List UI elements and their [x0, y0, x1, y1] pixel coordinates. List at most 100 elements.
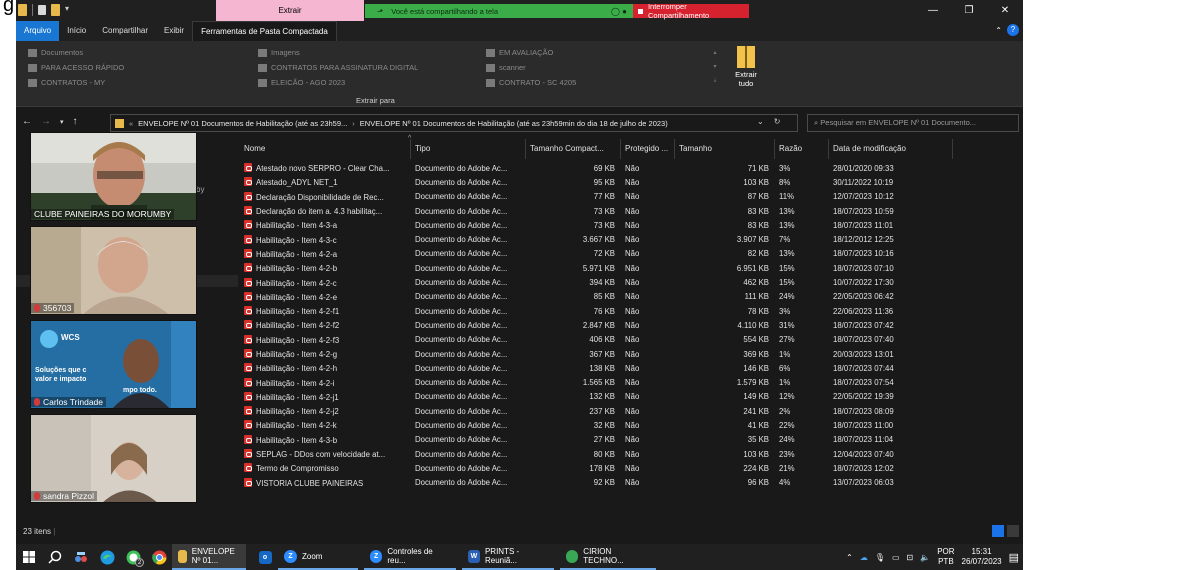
file-row[interactable]: Habilitação - Item 4-2-j1 Documento do Ad… [240, 390, 1023, 404]
location-para-acesso-rapido[interactable]: PARA ACESSO RÁPIDO [28, 61, 124, 74]
tab-exibir[interactable]: Exibir [156, 21, 192, 41]
file-row[interactable]: Habilitação - Item 4-2-a Documento do Ado… [240, 247, 1023, 261]
details-view-icon[interactable] [992, 525, 1004, 537]
column-header-tamanho-compactado[interactable]: Tamanho Compact... [526, 139, 621, 159]
onedrive-icon[interactable]: ☁ [860, 553, 868, 562]
microphone-icon[interactable]: 🎙 [875, 553, 885, 562]
large-icons-view-icon[interactable] [1007, 525, 1019, 537]
column-header-razao[interactable]: Razão [775, 139, 829, 159]
address-bar[interactable]: « ENVELOPE Nº 01 Documentos de Habilitaç… [110, 114, 798, 132]
file-ratio-text: 21% [779, 463, 795, 473]
tab-compartilhar[interactable]: Compartilhar [94, 21, 156, 41]
language-indicator[interactable]: POR PTB [937, 547, 954, 567]
location-imagens[interactable]: Imagens [258, 46, 300, 59]
column-header-protegido[interactable]: Protegido ... [621, 139, 675, 159]
file-row[interactable]: Atestado_ADYL NET_1 Documento do Adobe Ac… [240, 175, 1023, 189]
gallery-scroll[interactable]: ▴ ▾ ⇣ [710, 46, 720, 88]
restore-button[interactable]: ❐ [951, 0, 987, 21]
file-modified-date: 10/07/2022 17:30 [829, 278, 953, 287]
file-row[interactable]: Habilitação - Item 4-2-f2 Documento do Ad… [240, 318, 1023, 332]
tab-ferramentas-pasta-compactada[interactable]: Ferramentas de Pasta Compactada [192, 21, 337, 41]
volume-icon[interactable]: 🔈 [920, 553, 930, 562]
network-icon[interactable]: ⊡ [907, 553, 914, 562]
edge-browser-icon[interactable] [94, 544, 120, 570]
file-row[interactable]: SEPLAG - DDos com velocidade at... Docume… [240, 447, 1023, 461]
file-row[interactable]: Habilitação - Item 4-2-e Documento do Ado… [240, 290, 1023, 304]
column-header-tipo[interactable]: Tipo [411, 139, 526, 159]
snipping-tool-icon[interactable] [68, 544, 94, 570]
column-header-tamanho[interactable]: Tamanho [675, 139, 775, 159]
location-documentos[interactable]: Documentos [28, 46, 83, 59]
tab-arquivo[interactable]: Arquivo [16, 21, 60, 41]
file-name: Declaração do item a. 4.3 habilitaç... [240, 206, 411, 216]
stop-sharing-button[interactable]: Interromper Compartilhamento [633, 2, 749, 20]
address-dropdown-icon[interactable]: ⌄ [757, 117, 764, 126]
whatsapp-icon[interactable]: 2 [120, 544, 146, 570]
refresh-icon[interactable]: ↻ [774, 117, 781, 126]
location-scanner[interactable]: scanner [486, 61, 526, 74]
participant-name: sandra Pizzol [31, 491, 98, 501]
location-contratos-my[interactable]: CONTRATOS - MY [28, 76, 105, 89]
extract-all-button[interactable]: Extrair tudo [729, 46, 763, 94]
back-arrow-icon[interactable]: ← [22, 116, 32, 130]
file-explorer-window: ▾ Extrair ⬏ Você está compartilhando a t… [16, 0, 1023, 544]
file-row[interactable]: Habilitação - Item 4-2-b Documento do Ado… [240, 261, 1023, 275]
file-row[interactable]: Habilitação - Item 4-3-a Documento do Ado… [240, 218, 1023, 232]
file-row[interactable]: Habilitação - Item 4-3-c Documento do Ado… [240, 232, 1023, 246]
chrome-icon[interactable] [146, 544, 172, 570]
clock[interactable]: 15:31 26/07/2023 [962, 547, 1002, 567]
new-folder-icon[interactable] [51, 4, 60, 16]
video-tile-356703: 356703 [30, 226, 197, 315]
file-row[interactable]: Habilitação - Item 4-2-f1 Documento do Ad… [240, 304, 1023, 318]
file-row[interactable]: Termo de Compromisso Documento do Adobe A… [240, 461, 1023, 475]
forward-arrow-icon[interactable]: → [41, 116, 51, 130]
file-row[interactable]: Declaração Disponibilidade de Rec... Docu… [240, 190, 1023, 204]
taskbar-app-explorer[interactable]: ENVELOPE Nº 01... [172, 544, 246, 570]
search-icon[interactable] [42, 544, 68, 570]
tab-inicio[interactable]: Início [59, 21, 94, 41]
up-arrow-icon[interactable]: ↑ [73, 116, 78, 130]
dropdown-icon[interactable]: ▾ [65, 4, 69, 16]
file-row[interactable]: Habilitação - Item 4-2-h Documento do Ado… [240, 361, 1023, 375]
file-row[interactable]: Habilitação - Item 4-2-f3 Documento do Ad… [240, 333, 1023, 347]
file-protected: Não [621, 478, 675, 487]
file-protected: Não [621, 178, 675, 187]
location-eleicao[interactable]: ELEICÃO - AGO 2023 [258, 76, 345, 89]
taskbar-app-zoom[interactable]: Z Zoom [278, 544, 358, 570]
search-input[interactable]: ⌕ Pesquisar em ENVELOPE Nº 01 Documento.… [807, 114, 1019, 132]
properties-icon[interactable] [38, 5, 46, 15]
taskbar-app-chrome[interactable]: CIRION TECHNO... [560, 544, 656, 570]
location-contratos-assinatura[interactable]: CONTRATOS PARA ASSINATURA DIGITAL [258, 61, 418, 74]
minimize-button[interactable]: — [915, 0, 951, 21]
file-row[interactable]: Habilitação - Item 4-2-i Documento do Ado… [240, 375, 1023, 389]
column-header-data-modificacao[interactable]: Data de modificação [829, 139, 953, 159]
file-row[interactable]: Habilitação - Item 4-2-g Documento do Ado… [240, 347, 1023, 361]
file-row[interactable]: Atestado novo SERPRO - Clear Cha... Docum… [240, 161, 1023, 175]
tray-overflow-icon[interactable]: ⌃ [846, 553, 853, 562]
file-row[interactable]: VISTORIA CLUBE PAINEIRAS Documento do Ado… [240, 476, 1023, 490]
breadcrumb-part-2[interactable]: ENVELOPE Nº 01 Documentos de Habilitação… [360, 119, 668, 128]
close-button[interactable]: ✕ [987, 0, 1023, 21]
location-em-avaliacao[interactable]: EM AVALIAÇÃO [486, 46, 553, 59]
file-row[interactable]: Habilitação - Item 4-2-j2 Documento do Ad… [240, 404, 1023, 418]
taskbar-app-word[interactable]: W PRINTS - Reuniã... [462, 544, 554, 570]
file-row[interactable]: Declaração do item a. 4.3 habilitaç... Do… [240, 204, 1023, 218]
windows-start-icon[interactable] [16, 544, 42, 570]
file-row[interactable]: Habilitação - Item 4-3-b Documento do Ado… [240, 433, 1023, 447]
help-icon[interactable]: ? [1007, 24, 1019, 36]
breadcrumb-part-1[interactable]: ENVELOPE Nº 01 Documentos de Habilitação… [138, 119, 347, 128]
context-tab-extract[interactable]: Extrair [216, 0, 364, 21]
file-row[interactable]: Habilitação - Item 4-2-k Documento do Ado… [240, 418, 1023, 432]
notifications-icon[interactable]: ▤ [1009, 551, 1019, 564]
collapse-ribbon-icon[interactable]: ⌃ [995, 26, 1002, 35]
outlook-icon[interactable]: o [252, 544, 278, 570]
file-row[interactable]: Habilitação - Item 4-2-c Documento do Ado… [240, 275, 1023, 289]
battery-icon[interactable]: ▭ [892, 553, 900, 562]
file-name: Habilitação - Item 4-2-f1 [240, 306, 411, 316]
taskbar-app-zoom-controls[interactable]: Z Controles de reu... [364, 544, 456, 570]
folder-icon[interactable] [18, 4, 27, 16]
location-contrato-sc[interactable]: CONTRATO - SC 4205 [486, 76, 576, 89]
column-header-nome[interactable]: Nome [240, 139, 411, 159]
recent-dropdown-icon[interactable]: ▾ [60, 116, 64, 130]
breadcrumb-overflow-icon[interactable]: « [129, 119, 133, 128]
